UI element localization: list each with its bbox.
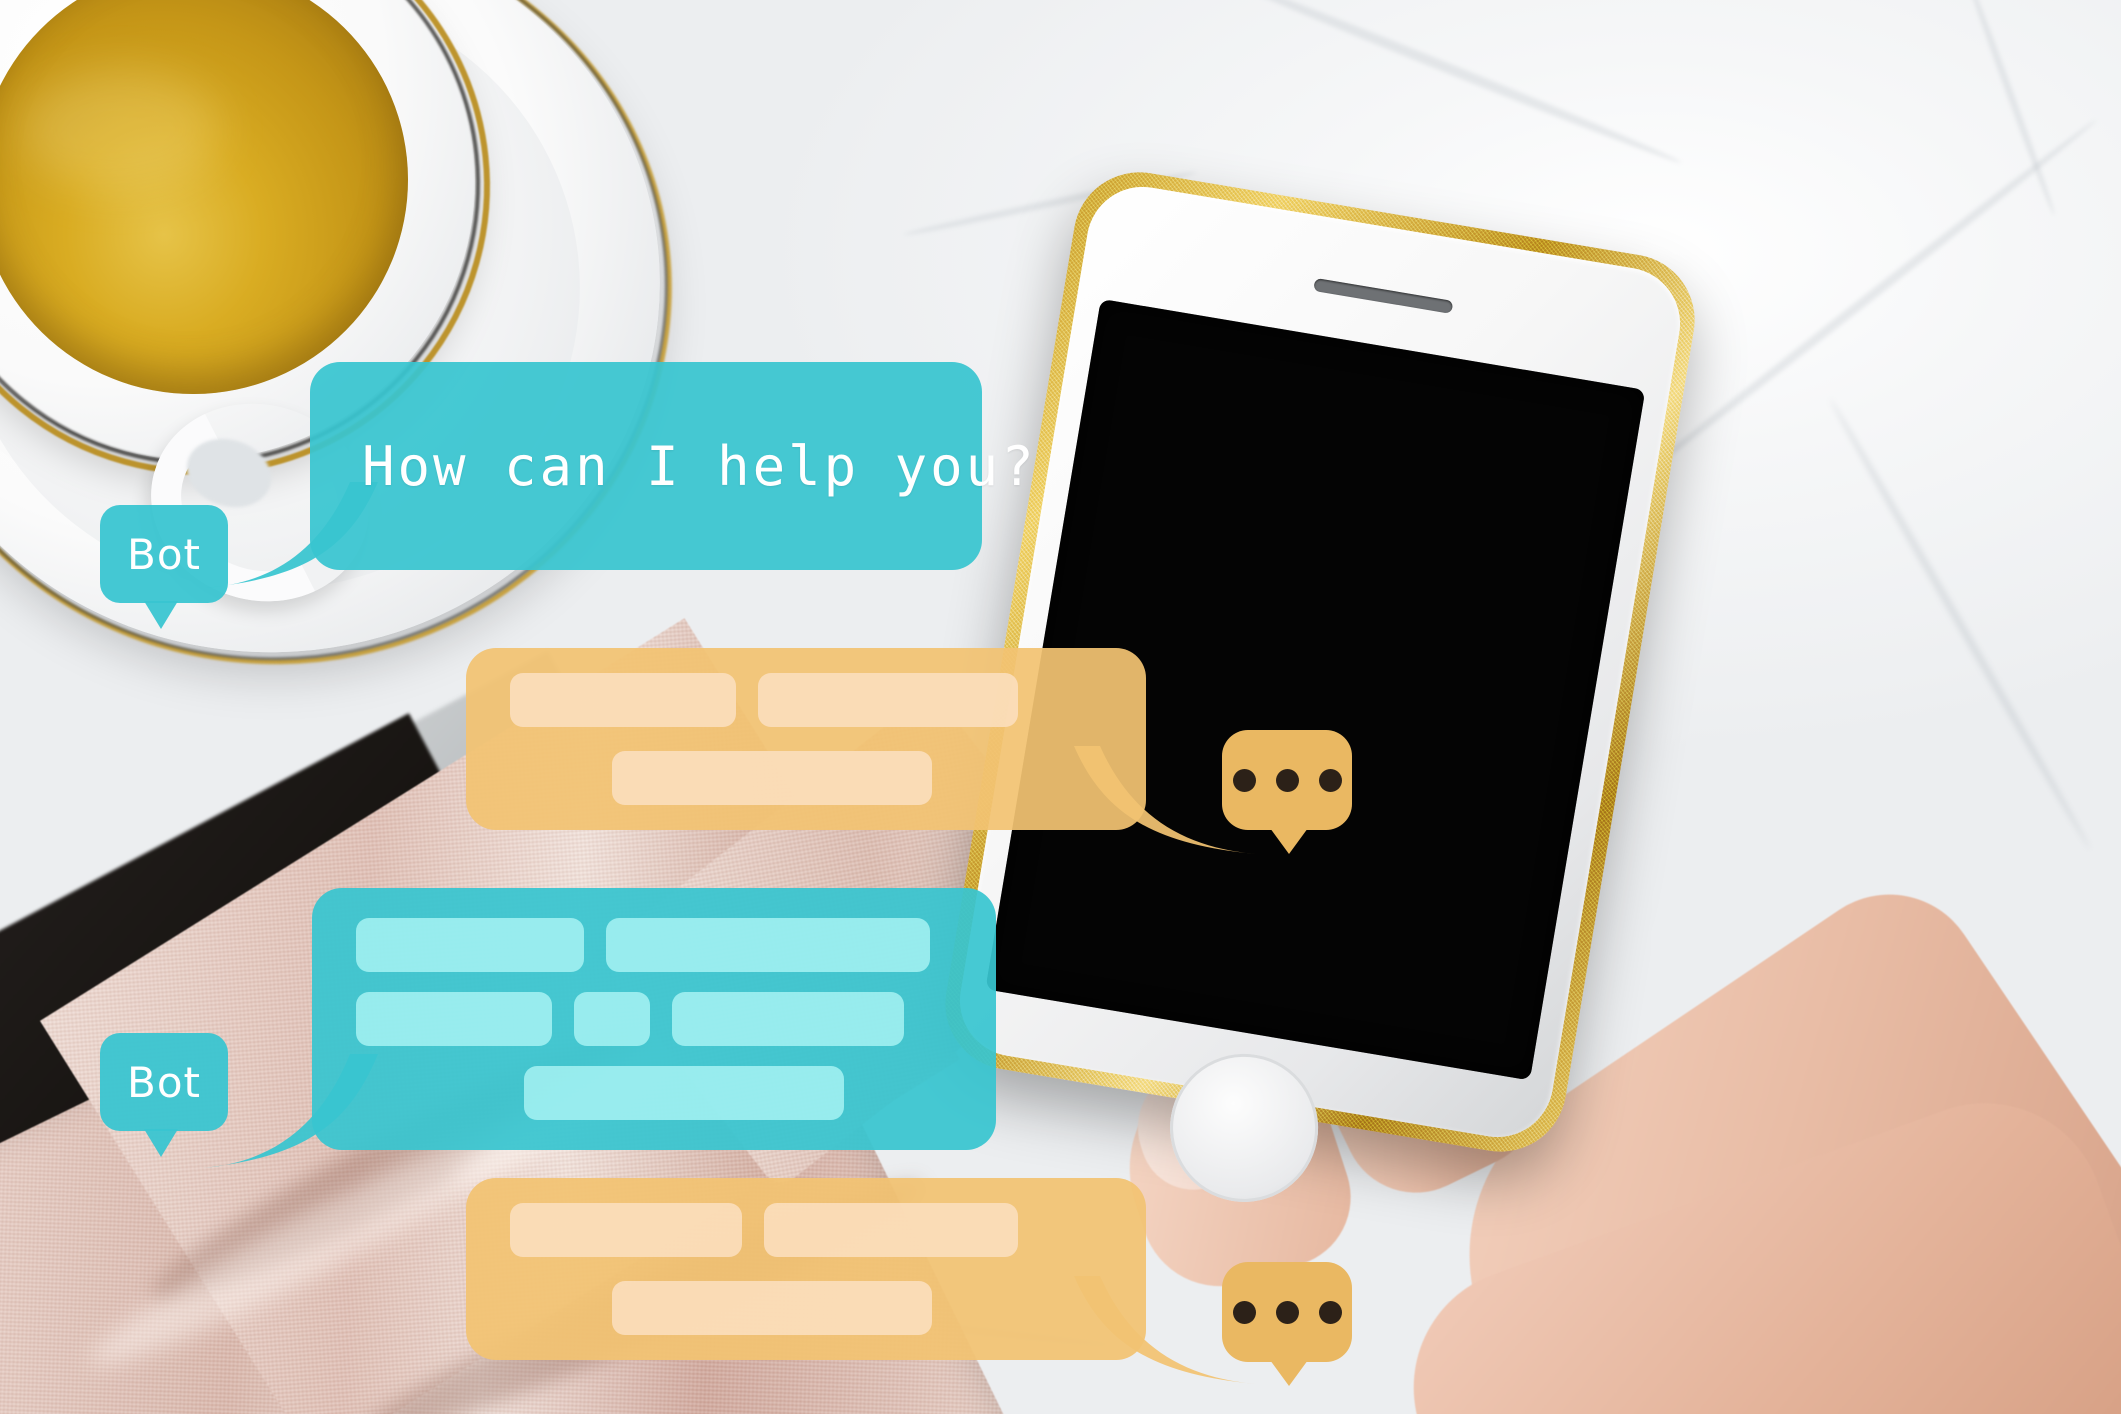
typing-dot (1275, 768, 1299, 792)
chat-bubble-user-1[interactable] (466, 648, 1256, 854)
chat-message-text: How can I help you? (362, 434, 1037, 498)
screenshot-canvas: How can I help you? Bot Bot (0, 0, 2121, 1414)
chat-bubble-bot-greeting[interactable]: How can I help you? (204, 362, 1037, 588)
placeholder-rows (466, 648, 1146, 830)
chat-bubble-user-2[interactable] (466, 1178, 1256, 1384)
bot-badge-tail (144, 601, 178, 629)
typing-indicator-1 (1222, 730, 1352, 854)
bot-badge-tail (144, 1129, 178, 1157)
bot-label-badge-1: Bot (100, 505, 228, 629)
typing-bubble-tail (1270, 1360, 1308, 1386)
typing-dot (1232, 1300, 1256, 1324)
typing-dot (1275, 1300, 1299, 1324)
typing-dot (1318, 768, 1342, 792)
bot-label-badge-2: Bot (100, 1033, 228, 1157)
bot-label-text: Bot (127, 1057, 201, 1107)
bot-label-text: Bot (127, 529, 201, 579)
placeholder-rows (312, 888, 996, 1150)
placeholder-rows (466, 1178, 1146, 1360)
typing-dot (1232, 768, 1256, 792)
typing-bubble-tail (1270, 828, 1308, 854)
chat-bubble-bot-2[interactable] (204, 888, 996, 1168)
typing-dot (1318, 1300, 1342, 1324)
typing-indicator-2 (1222, 1262, 1352, 1386)
